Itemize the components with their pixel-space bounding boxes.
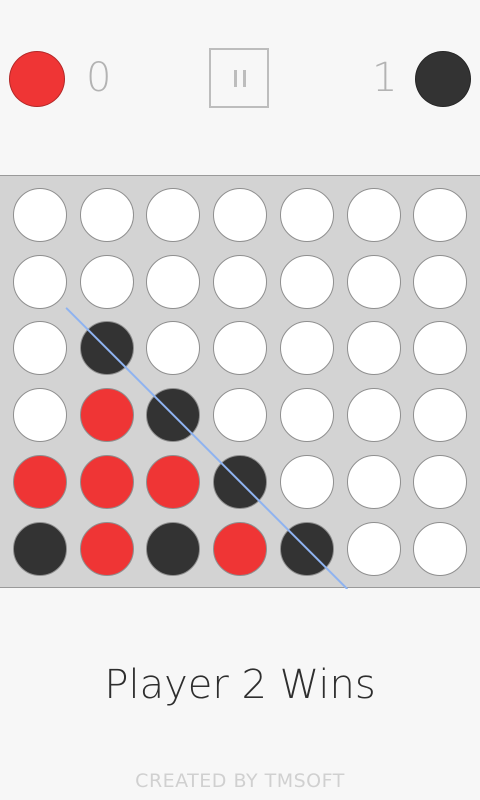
pause-icon-bar <box>243 70 246 87</box>
empty-slot[interactable] <box>13 254 67 309</box>
empty-slot[interactable] <box>13 188 67 242</box>
black-disc[interactable] <box>146 388 201 443</box>
player2-score: 1 <box>372 55 398 101</box>
empty-slot[interactable] <box>346 388 401 443</box>
empty-slot[interactable] <box>146 254 201 309</box>
empty-slot[interactable] <box>79 254 134 309</box>
empty-slot[interactable] <box>413 454 468 509</box>
empty-slot[interactable] <box>79 188 134 242</box>
empty-slot[interactable] <box>146 321 201 376</box>
red-disc[interactable] <box>79 388 134 443</box>
empty-slot[interactable] <box>346 254 401 309</box>
empty-slot[interactable] <box>279 188 334 242</box>
empty-slot[interactable] <box>146 188 201 242</box>
red-disc[interactable] <box>213 521 268 576</box>
empty-slot[interactable] <box>346 454 401 509</box>
credit-text: CREATED BY TMSOFT <box>135 770 345 792</box>
player1-disc <box>9 51 65 107</box>
empty-slot[interactable] <box>213 254 268 309</box>
empty-slot[interactable] <box>346 321 401 376</box>
empty-slot[interactable] <box>13 321 67 376</box>
empty-slot[interactable] <box>413 321 468 376</box>
black-disc[interactable] <box>279 521 334 576</box>
player2-disc <box>415 51 471 107</box>
empty-slot[interactable] <box>279 454 334 509</box>
empty-slot[interactable] <box>413 188 468 242</box>
empty-slot[interactable] <box>13 388 67 443</box>
red-disc[interactable] <box>13 454 67 509</box>
empty-slot[interactable] <box>346 521 401 576</box>
empty-slot[interactable] <box>279 388 334 443</box>
red-disc[interactable] <box>79 521 134 576</box>
empty-slot[interactable] <box>413 521 468 576</box>
red-disc[interactable] <box>146 454 201 509</box>
black-disc[interactable] <box>213 454 268 509</box>
black-disc[interactable] <box>13 521 67 576</box>
scoreboard: 0 1 <box>0 0 480 160</box>
empty-slot[interactable] <box>279 254 334 309</box>
game-board[interactable] <box>0 175 480 589</box>
empty-slot[interactable] <box>413 388 468 443</box>
empty-slot[interactable] <box>213 188 268 242</box>
empty-slot[interactable] <box>413 254 468 309</box>
empty-slot[interactable] <box>213 321 268 376</box>
black-disc[interactable] <box>79 321 134 376</box>
game-status: Player 2 Wins <box>104 662 376 708</box>
empty-slot[interactable] <box>279 321 334 376</box>
empty-slot[interactable] <box>346 188 401 242</box>
pause-button[interactable] <box>209 48 269 108</box>
player1-score: 0 <box>86 55 112 101</box>
empty-slot[interactable] <box>213 388 268 443</box>
red-disc[interactable] <box>79 454 134 509</box>
black-disc[interactable] <box>146 521 201 576</box>
pause-icon <box>234 70 237 87</box>
